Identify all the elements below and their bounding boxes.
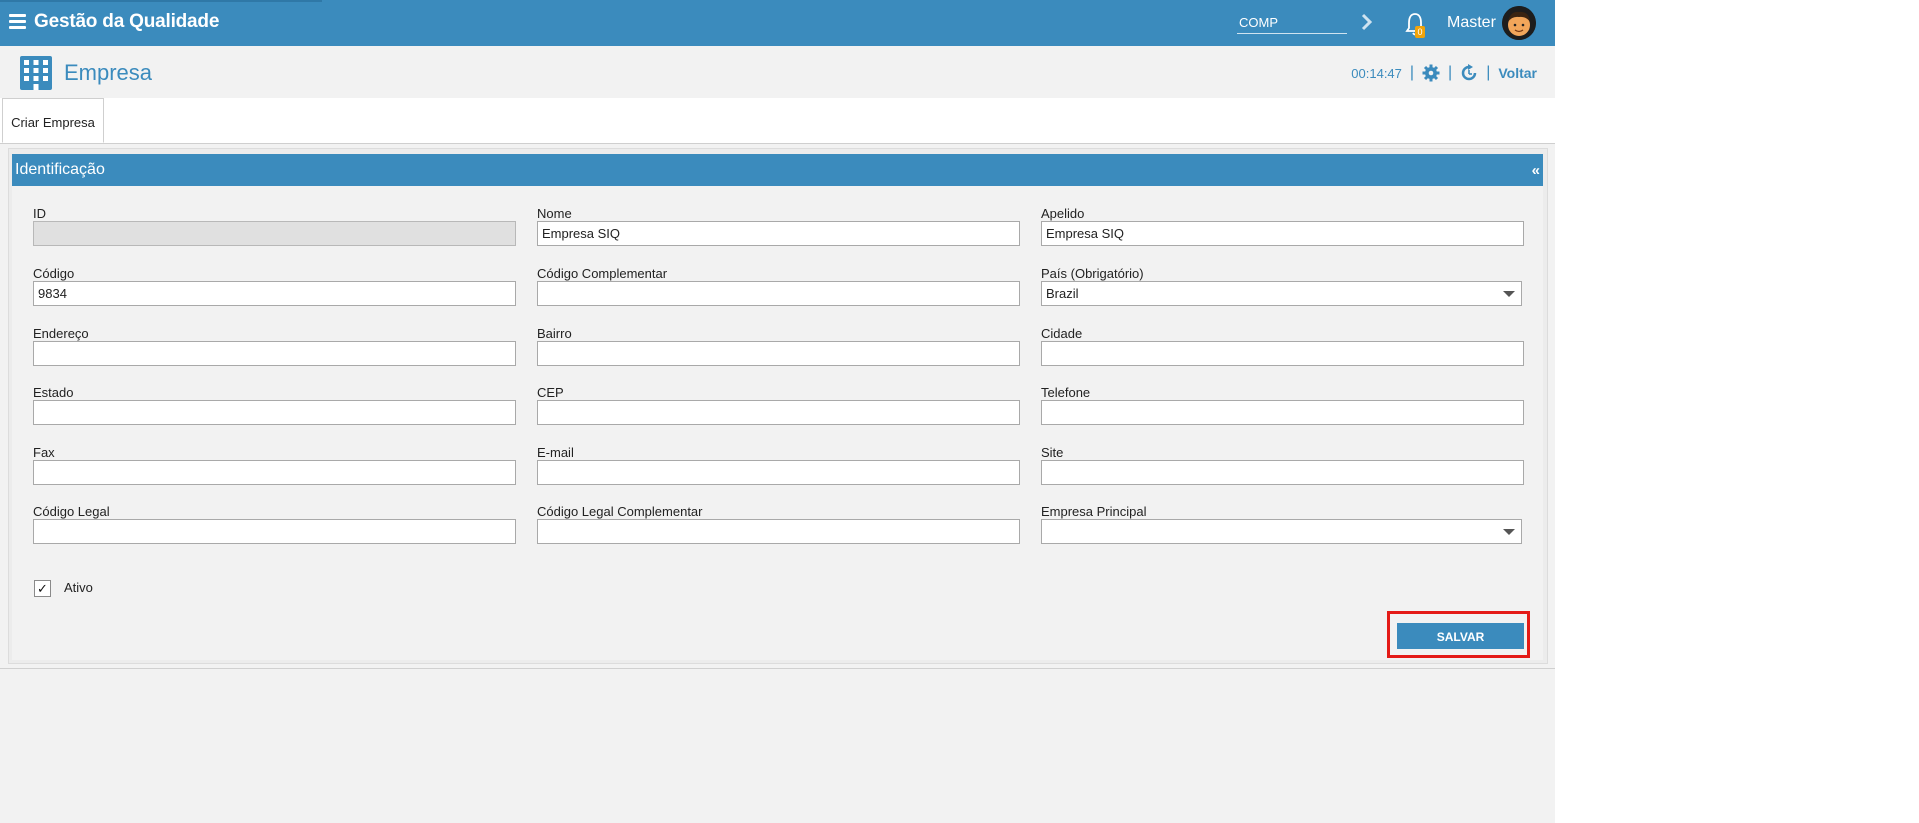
page-title: Empresa	[64, 60, 153, 85]
codigo-legal-complementar-field[interactable]	[537, 519, 1020, 544]
ativo-label: Ativo	[64, 580, 93, 595]
bairro-label: Bairro	[537, 326, 572, 341]
avatar-face-icon	[1502, 6, 1536, 40]
fax-label: Fax	[33, 445, 55, 460]
app-title: Gestão da Qualidade	[34, 11, 220, 32]
cidade-field[interactable]	[1041, 341, 1524, 366]
codigo-complementar-field[interactable]	[537, 281, 1020, 306]
cep-label: CEP	[537, 385, 564, 400]
id-label: ID	[33, 206, 46, 221]
estado-label: Estado	[33, 385, 74, 400]
save-button[interactable]: SALVAR	[1397, 623, 1524, 649]
pais-selected-value: Brazil	[1046, 286, 1079, 301]
codigo-label: Código	[33, 266, 75, 281]
bottom-divider	[0, 668, 1555, 669]
telefone-label: Telefone	[1041, 385, 1091, 400]
pais-label: País (Obrigatório)	[1041, 266, 1144, 281]
telefone-field[interactable]	[1041, 400, 1524, 425]
page-header: Empresa 00:14:47 | | | Voltar	[0, 46, 1555, 98]
user-name[interactable]: Master	[1447, 14, 1496, 32]
endereco-field[interactable]	[33, 341, 516, 366]
empty-area	[1555, 0, 1919, 823]
cep-field[interactable]	[537, 400, 1020, 425]
empresa-principal-label: Empresa Principal	[1041, 504, 1147, 519]
codigo-legal-complementar-label: Código Legal Complementar	[537, 504, 703, 519]
ativo-checkbox[interactable]: ✓	[34, 580, 51, 597]
collapse-icon[interactable]: «	[1532, 162, 1540, 179]
bairro-field[interactable]	[537, 341, 1020, 366]
site-field[interactable]	[1041, 460, 1524, 485]
codigo-legal-field[interactable]	[33, 519, 516, 544]
header-actions: 00:14:47 | | | Voltar	[1351, 64, 1537, 82]
building-icon	[20, 56, 52, 90]
tab-bar: Criar Empresa	[0, 98, 1555, 144]
separator: |	[1448, 64, 1453, 81]
company-input[interactable]	[1237, 11, 1347, 34]
codigo-field[interactable]: 9834	[33, 281, 516, 306]
app-window: Gestão da Qualidade 0 Master	[0, 0, 1555, 823]
email-field[interactable]	[537, 460, 1020, 485]
session-clock: 00:14:47	[1351, 65, 1402, 81]
email-label: E-mail	[537, 445, 574, 460]
refresh-icon[interactable]	[1460, 64, 1478, 82]
dropdown-caret-icon	[1503, 291, 1515, 297]
estado-field[interactable]	[33, 400, 516, 425]
id-field	[33, 221, 516, 246]
apelido-label: Apelido	[1041, 206, 1085, 221]
codigo-legal-label: Código Legal	[33, 504, 110, 519]
back-link[interactable]: Voltar	[1498, 65, 1537, 81]
endereco-label: Endereço	[33, 326, 89, 341]
tab-criar-empresa[interactable]: Criar Empresa	[2, 98, 104, 143]
section-title: Identificação	[15, 161, 105, 178]
apelido-field[interactable]: Empresa SIQ	[1041, 221, 1524, 246]
topbar-accent	[0, 0, 322, 2]
nome-label: Nome	[537, 206, 572, 221]
fax-field[interactable]	[33, 460, 516, 485]
empresa-principal-select[interactable]	[1041, 519, 1522, 544]
chevron-right-icon[interactable]	[1359, 12, 1375, 32]
avatar[interactable]	[1502, 6, 1536, 40]
separator: |	[1486, 64, 1491, 81]
codigo-complementar-label: Código Complementar	[537, 266, 668, 281]
notification-badge: 0	[1415, 26, 1425, 38]
section-header[interactable]: Identificação «	[12, 154, 1543, 186]
pais-select[interactable]: Brazil	[1041, 281, 1522, 306]
site-label: Site	[1041, 445, 1064, 460]
gear-icon[interactable]	[1422, 64, 1440, 82]
dropdown-caret-icon	[1503, 529, 1515, 535]
separator: |	[1409, 64, 1415, 81]
cidade-label: Cidade	[1041, 326, 1083, 341]
nome-field[interactable]: Empresa SIQ	[537, 221, 1020, 246]
top-bar: Gestão da Qualidade 0 Master	[0, 0, 1555, 46]
hamburger-menu-icon[interactable]	[9, 14, 26, 30]
